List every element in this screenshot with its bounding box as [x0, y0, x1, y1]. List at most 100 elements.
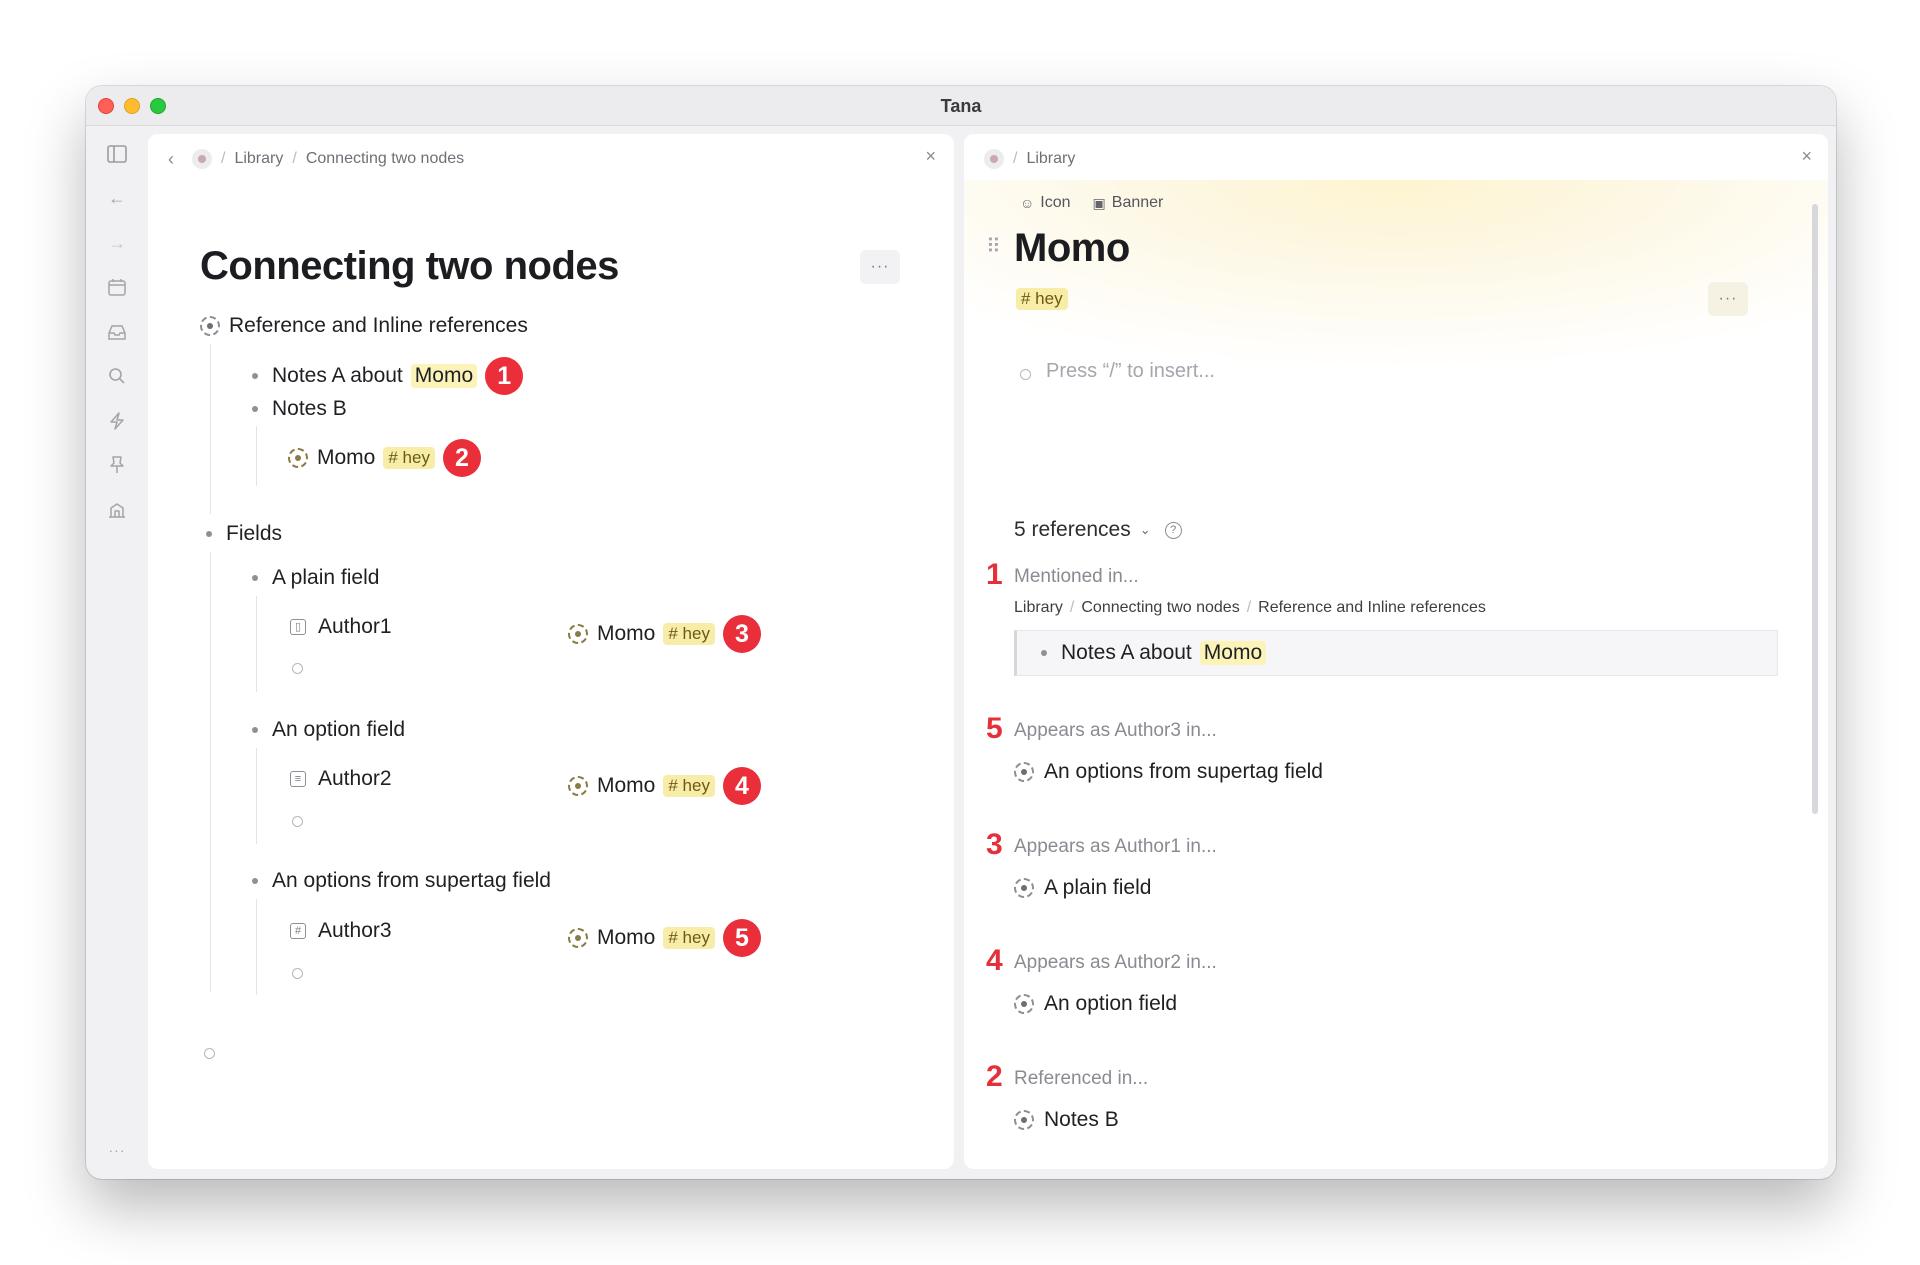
supertag-hey[interactable]: # hey [663, 623, 715, 645]
indent-guide [210, 344, 211, 514]
path-separator: / [1246, 599, 1252, 616]
left-panel: ‹ / Library / Connecting two nodes × Con… [148, 134, 954, 1169]
annotation-number: 3 [986, 828, 1003, 861]
breadcrumb-separator: / [1013, 150, 1018, 167]
inline-reference[interactable]: Momo [1199, 641, 1267, 665]
annotation-badge: 2 [442, 439, 481, 477]
field-author2[interactable]: ≡ Author2 [290, 767, 392, 791]
node-options-supertag-field[interactable]: An options from supertag field [252, 869, 551, 893]
reference-group-label[interactable]: Referenced in... [1014, 1068, 1148, 1090]
reference-item[interactable]: An options from supertag field [1014, 760, 1323, 784]
app-window: Tana ← → ··· ‹ / Library / Connecting tw… [86, 86, 1836, 1179]
field-value-momo[interactable]: Momo # hey 4 [568, 767, 761, 805]
inbox-icon[interactable] [103, 318, 131, 346]
search-icon[interactable] [103, 362, 131, 390]
reference-item[interactable]: A plain field [1014, 876, 1151, 900]
bullet [1041, 650, 1047, 656]
reference-item[interactable]: An option field [1014, 992, 1177, 1016]
options-field-icon: ≡ [290, 771, 306, 787]
bullet [252, 878, 258, 884]
help-icon[interactable]: ? [1164, 521, 1182, 539]
node-plain-field[interactable]: A plain field [252, 566, 379, 590]
indent-guide [256, 596, 257, 692]
forward-arrow-icon[interactable]: → [103, 229, 131, 257]
reference-item[interactable]: Notes B [1014, 1108, 1119, 1132]
path-item[interactable]: Connecting two nodes [1081, 599, 1239, 617]
indent-guide [256, 426, 257, 486]
calendar-icon[interactable] [103, 273, 131, 301]
node-label: Notes B [272, 397, 347, 420]
image-icon: ▣ [1092, 194, 1106, 211]
empty-node-bullet[interactable] [292, 968, 303, 979]
indent-guide [256, 748, 257, 844]
breadcrumb-item[interactable]: Connecting two nodes [306, 150, 464, 168]
node-icon [1014, 1110, 1034, 1130]
reference-group-label[interactable]: Appears as Author2 in... [1014, 952, 1217, 974]
empty-node-bullet[interactable] [204, 1048, 215, 1059]
node-option-field[interactable]: An option field [252, 718, 405, 742]
field-value-momo[interactable]: Momo # hey 5 [568, 919, 761, 957]
field-value: Momo [597, 926, 656, 949]
node-fields[interactable]: Fields [206, 522, 282, 546]
breadcrumb-item[interactable]: Library [234, 150, 283, 168]
node-label: Reference and Inline references [229, 314, 528, 337]
references-toggle[interactable]: 5 references ⌄ ? [1014, 518, 1182, 542]
path-item[interactable]: Library [1014, 599, 1063, 617]
inline-reference[interactable]: Momo [410, 364, 478, 388]
workspace-icon[interactable] [984, 149, 1004, 169]
empty-node-bullet[interactable] [292, 816, 303, 827]
breadcrumb-item[interactable]: Library [1026, 150, 1075, 168]
sidebar-toggle-icon[interactable] [103, 140, 131, 168]
node-label: An options from supertag field [1044, 760, 1323, 783]
field-name: Author3 [318, 919, 392, 942]
annotation-number: 4 [986, 944, 1003, 977]
insert-placeholder[interactable]: Press “/” to insert... [1046, 360, 1215, 383]
scrollbar[interactable] [1812, 204, 1818, 814]
reference-group-label[interactable]: Appears as Author3 in... [1014, 720, 1217, 742]
drag-handle-icon[interactable]: ⠿ [986, 234, 1001, 259]
node-momo-reference[interactable]: Momo # hey 2 [288, 439, 481, 477]
node-notes-a[interactable]: Notes A about Momo 1 [252, 357, 524, 395]
library-icon[interactable] [103, 496, 131, 524]
back-chevron-icon[interactable]: ‹ [168, 149, 174, 170]
node-label: A plain field [272, 566, 380, 589]
field-author1[interactable]: ▯ Author1 [290, 615, 392, 639]
node-meta-actions: ☺ Icon ▣ Banner [1020, 194, 1163, 212]
breadcrumb-separator: / [292, 150, 297, 167]
reference-group-label[interactable]: Mentioned in... [1014, 566, 1139, 588]
add-banner-button[interactable]: ▣ Banner [1093, 194, 1164, 212]
bullet [252, 727, 258, 733]
field-author3[interactable]: # Author3 [290, 919, 392, 943]
field-icon: ▯ [290, 619, 306, 635]
node-reference-inline[interactable]: Reference and Inline references [200, 314, 528, 338]
add-banner-label: Banner [1111, 194, 1164, 211]
node-label: Notes A about [1061, 641, 1192, 664]
back-arrow-icon[interactable]: ← [103, 184, 131, 212]
node-icon [1014, 994, 1034, 1014]
more-icon[interactable]: ··· [103, 1136, 131, 1164]
more-options-button[interactable]: ··· [860, 250, 900, 284]
add-icon-button[interactable]: ☺ Icon [1020, 194, 1071, 212]
workspace-icon[interactable] [192, 149, 212, 169]
breadcrumb: / Library [984, 147, 1075, 171]
supertag-field-icon: # [290, 923, 306, 939]
close-panel-icon[interactable]: × [1801, 146, 1812, 167]
more-options-button[interactable]: ··· [1708, 282, 1748, 316]
empty-node-bullet[interactable] [1020, 369, 1031, 380]
reference-context-node[interactable]: Notes A about Momo [1041, 641, 1267, 665]
field-value-momo[interactable]: Momo # hey 3 [568, 615, 761, 653]
close-panel-icon[interactable]: × [925, 146, 936, 167]
smiley-icon: ☺ [1020, 195, 1035, 211]
reference-group-label[interactable]: Appears as Author1 in... [1014, 836, 1217, 858]
supertag-hey[interactable]: # hey [663, 775, 715, 797]
empty-node-bullet[interactable] [292, 663, 303, 674]
node-notes-b[interactable]: Notes B [252, 397, 347, 421]
supertag-hey[interactable]: # hey [383, 447, 435, 469]
path-item[interactable]: Reference and Inline references [1258, 599, 1486, 617]
lightning-icon[interactable] [103, 407, 131, 435]
supertag-hey[interactable]: # hey [1016, 288, 1068, 310]
field-name: Author2 [318, 767, 392, 790]
window-title: Tana [940, 96, 982, 116]
pin-icon[interactable] [103, 451, 131, 479]
supertag-hey[interactable]: # hey [663, 927, 715, 949]
